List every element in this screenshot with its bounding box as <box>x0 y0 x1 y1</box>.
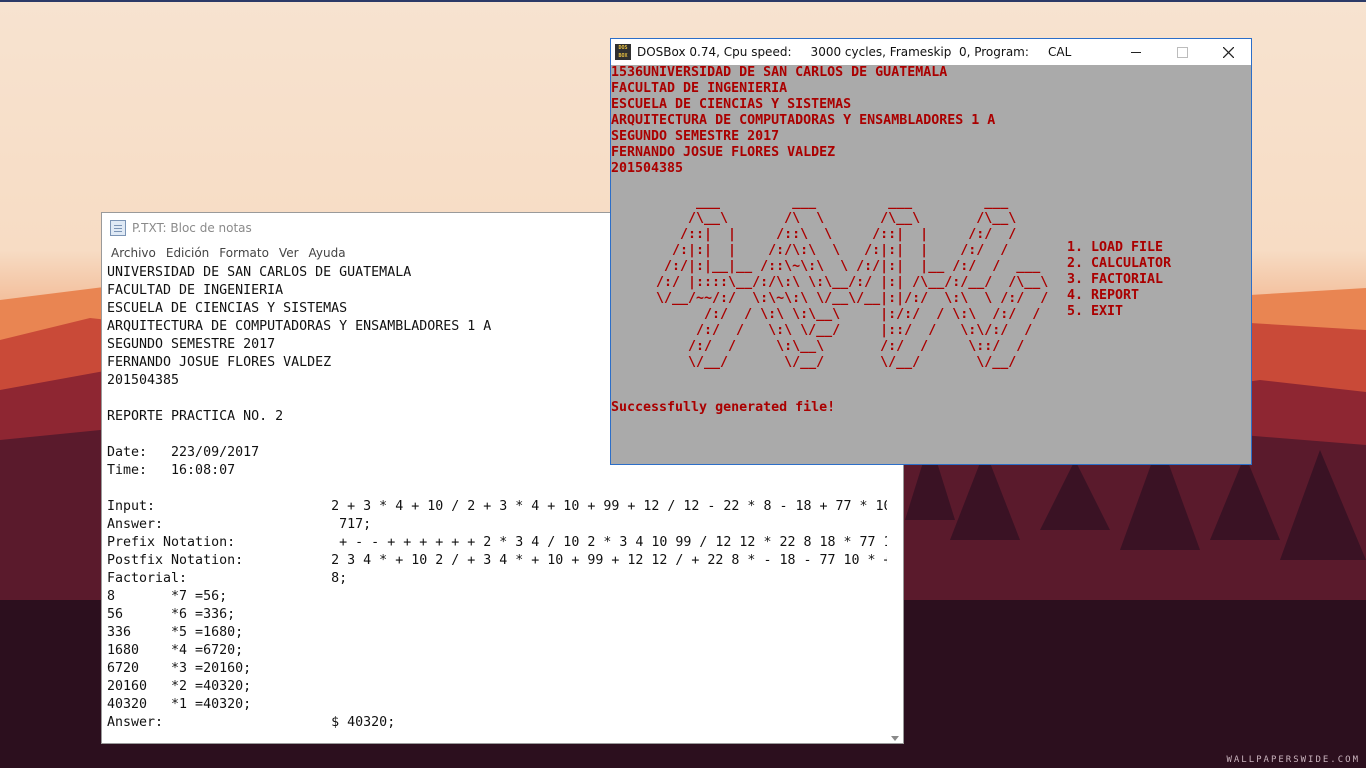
text-line <box>107 480 887 498</box>
minimize-icon <box>1131 51 1141 53</box>
ascii-art-line: /:/ |::::\__/:/\:\ \:\__/:/ |:| /\__/:/_… <box>648 275 1049 290</box>
ascii-art-line: ___ ___ ___ ___ <box>648 195 1033 210</box>
scroll-down-arrow-icon[interactable] <box>891 736 899 741</box>
dos-header-line: 201504385 <box>611 161 684 176</box>
dosbox-window[interactable]: DOS BOX DOSBox 0.74, Cpu speed: 3000 cyc… <box>610 38 1252 465</box>
text-line: 336 *5 =1680; <box>107 625 244 640</box>
close-icon <box>1222 46 1234 58</box>
dosbox-icon: DOS BOX <box>615 44 631 60</box>
ascii-art-line: /:/|:|__|__ /::\~\:\ \ /:/|:| |__ /:/ / … <box>648 259 1041 274</box>
dos-header-line: ARQUITECTURA DE COMPUTADORAS Y ENSAMBLAD… <box>611 113 996 128</box>
dos-header-line: SEGUNDO SEMESTRE 2017 <box>611 129 780 144</box>
ascii-art-line: /:/ / \:\__\ /:/ / \::/ / <box>648 339 1049 354</box>
notepad-title: P.TXT: Bloc de notas <box>132 221 252 235</box>
menu-ayuda[interactable]: Ayuda <box>304 246 351 260</box>
notepad-icon <box>110 220 126 236</box>
text-line: Postfix Notation: 2 3 4 * + 10 2 / + 3 4… <box>107 553 887 568</box>
menu-archivo[interactable]: Archivo <box>106 246 161 260</box>
dos-ascii-logo: ___ ___ ___ ___ /\__\ /\ \ /\__\ /\__\ /… <box>648 195 1048 371</box>
close-button[interactable] <box>1205 39 1251 65</box>
menu-option-report[interactable]: 4. REPORT <box>1067 288 1171 304</box>
text-line: Factorial: 8; <box>107 571 348 586</box>
ascii-art-line: /:/ / \:\ \/__/ |::/ / \:\/:/ / <box>648 323 1049 338</box>
text-line: Answer: $ 40320; <box>107 715 396 730</box>
menu-option-factorial[interactable]: 3. FACTORIAL <box>1067 272 1171 288</box>
menu-edicion[interactable]: Edición <box>161 246 214 260</box>
dosbox-title: DOSBox 0.74, Cpu speed: 3000 cycles, Fra… <box>637 45 1072 59</box>
wallpaper-watermark: WALLPAPERSWIDE.COM <box>1226 755 1360 765</box>
menu-ver[interactable]: Ver <box>274 246 304 260</box>
dosbox-screen[interactable]: 1536UNIVERSIDAD DE SAN CARLOS DE GUATEMA… <box>611 65 1251 464</box>
dosbox-titlebar[interactable]: DOS BOX DOSBox 0.74, Cpu speed: 3000 cyc… <box>611 39 1251 65</box>
menu-option-calculator[interactable]: 2. CALCULATOR <box>1067 256 1171 272</box>
text-line: 56 *6 =336; <box>107 607 236 622</box>
dos-header-line: ESCUELA DE CIENCIAS Y SISTEMAS <box>611 97 852 112</box>
text-line: 40320 *1 =40320; <box>107 697 252 712</box>
text-line: 8 *7 =56; <box>107 589 228 604</box>
menu-option-load-file[interactable]: 1. LOAD FILE <box>1067 240 1171 256</box>
text-line: 6720 *3 =20160; <box>107 661 252 676</box>
maximize-button[interactable] <box>1159 39 1205 65</box>
dos-header-line: 1536UNIVERSIDAD DE SAN CARLOS DE GUATEMA… <box>611 65 948 80</box>
dos-header-line: FACULTAD DE INGENIERIA <box>611 81 788 96</box>
dos-header-text: 1536UNIVERSIDAD DE SAN CARLOS DE GUATEMA… <box>611 65 995 177</box>
dos-main-menu: 1. LOAD FILE 2. CALCULATOR 3. FACTORIAL … <box>1067 240 1171 320</box>
ascii-art-line: /:/ / \:\ \:\__\ |:/:/ / \:\ /:/ / <box>648 307 1049 322</box>
minimize-button[interactable] <box>1113 39 1159 65</box>
ascii-art-line: \/__/ \/__/ \/__/ \/__/ <box>648 355 1049 370</box>
maximize-icon <box>1176 46 1188 58</box>
menu-option-exit[interactable]: 5. EXIT <box>1067 304 1171 320</box>
text-line: Answer: 717; <box>107 517 372 532</box>
text-line: Input: 2 + 3 * 4 + 10 / 2 + 3 * 4 + 10 +… <box>107 499 887 514</box>
text-line: 20160 *2 =40320; <box>107 679 252 694</box>
text-line: Prefix Notation: + - - + + + + + + 2 * 3… <box>107 535 887 550</box>
ascii-art-line: /\__\ /\ \ /\__\ /\__\ <box>648 211 1033 226</box>
dos-status-message: Successfully generated file! <box>611 400 836 415</box>
ascii-art-line: \/__/~~/:/ \:\~\:\ \/__\/__|:|/:/ \:\ \ … <box>648 291 1049 306</box>
menu-formato[interactable]: Formato <box>214 246 274 260</box>
ascii-art-line: /:|:| | /:/\:\ \ /:|:| | /:/ / <box>648 243 1033 258</box>
dos-header-line: FERNANDO JOSUE FLORES VALDEZ <box>611 145 836 160</box>
text-line: 1680 *4 =6720; <box>107 643 244 658</box>
ascii-art-line: /::| | /::\ \ /::| | /:/ / <box>648 227 1033 242</box>
